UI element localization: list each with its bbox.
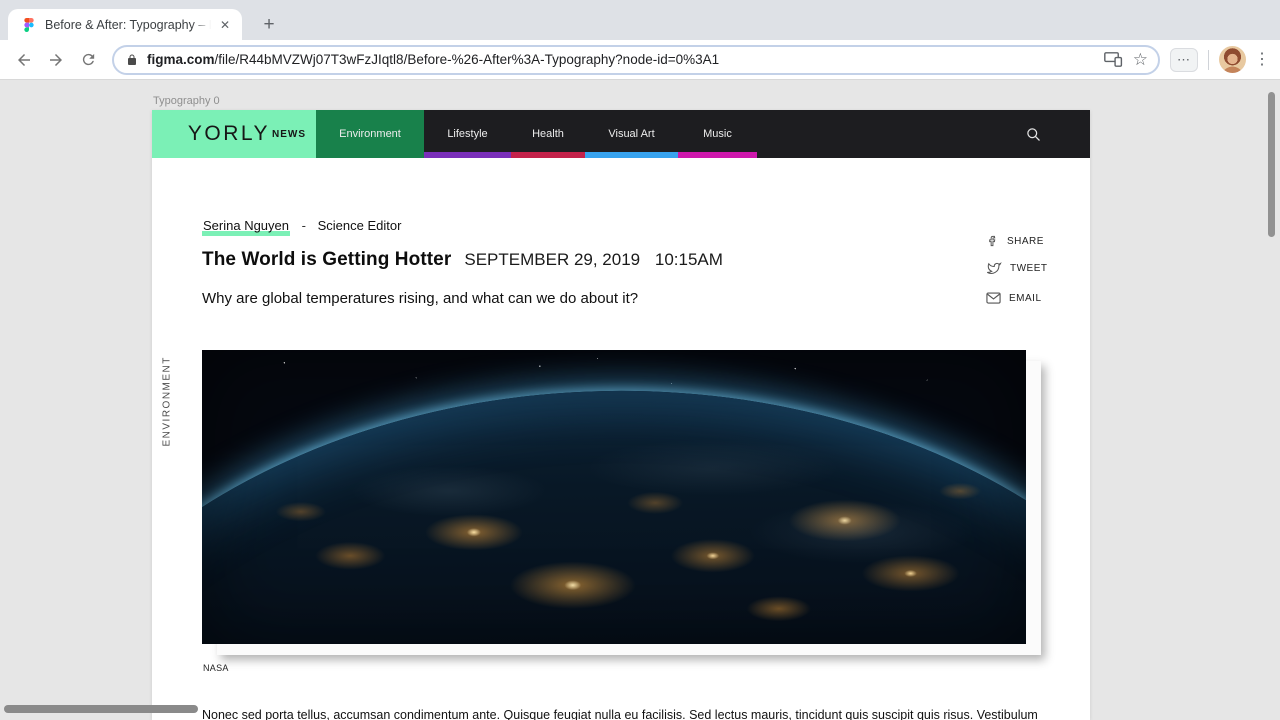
author-name[interactable]: Serina Nguyen (202, 218, 290, 236)
back-button[interactable] (8, 44, 40, 76)
facebook-icon (986, 234, 999, 248)
url-domain: figma.com (147, 52, 215, 67)
nav-item-health[interactable]: Health (511, 110, 585, 158)
article-standfirst: Why are global temperatures rising, and … (202, 290, 638, 307)
nav-item-lifestyle[interactable]: Lifestyle (424, 110, 511, 158)
article-body-preview: Nonec sed porta tellus, accumsan condime… (202, 708, 1082, 720)
category-side-label: ENVIRONMENT (162, 367, 173, 447)
url-path: /file/R44bMVZWj07T3wFzJIqtl8/Before-%26-… (215, 52, 720, 67)
share-label: SHARE (1007, 236, 1044, 247)
site-header: YORLY NEWS Environment Lifestyle Health … (152, 110, 1090, 158)
profile-avatar[interactable] (1219, 46, 1246, 73)
headline-row: The World is Getting Hotter SEPTEMBER 29… (202, 249, 723, 271)
horizontal-scrollbar-thumb[interactable] (4, 705, 198, 713)
nav-item-visual-art[interactable]: Visual Art (585, 110, 678, 158)
share-label: TWEET (1010, 263, 1048, 274)
tab-title: Before & After: Typography – F (45, 18, 216, 32)
lock-icon (126, 53, 138, 67)
forward-arrow-icon (47, 51, 65, 69)
design-frame[interactable]: YORLY NEWS Environment Lifestyle Health … (152, 110, 1090, 720)
hero-vignette-layer (202, 350, 1026, 644)
nav-item-environment[interactable]: Environment (316, 110, 424, 158)
browser-tab[interactable]: Before & After: Typography – F ✕ (8, 9, 242, 40)
byline: Serina Nguyen - Science Editor (202, 218, 401, 233)
article-dateline: SEPTEMBER 29, 2019 10:15AM (464, 250, 723, 270)
nav-search-button[interactable] (1017, 110, 1049, 158)
nav-label: Music (703, 128, 732, 140)
forward-button[interactable] (40, 44, 72, 76)
nav-underline-health (511, 152, 585, 158)
nav-label: Health (532, 128, 564, 140)
vertical-scrollbar-thumb[interactable] (1268, 92, 1275, 237)
bookmark-star-button[interactable]: ☆ (1133, 51, 1148, 68)
share-facebook-button[interactable]: SHARE (986, 233, 1048, 249)
reload-icon (80, 51, 97, 68)
site-nav: Environment Lifestyle Health Visual Art … (316, 110, 1090, 158)
article-hero-image[interactable] (202, 350, 1026, 644)
nav-underline-visual-art (585, 152, 678, 158)
browser-tab-bar: Before & After: Typography – F ✕ + (0, 0, 1280, 40)
browser-toolbar: figma.com/file/R44bMVZWj07T3wFzJIqtl8/Be… (0, 40, 1280, 80)
toolbar-divider (1208, 50, 1209, 70)
share-twitter-button[interactable]: TWEET (986, 260, 1048, 276)
byline-separator: - (302, 218, 306, 233)
frame-label[interactable]: Typography 0 (153, 95, 220, 107)
star-icon: ☆ (1133, 51, 1148, 68)
nav-item-music[interactable]: Music (678, 110, 757, 158)
article-date: SEPTEMBER 29, 2019 (464, 250, 640, 269)
brand-suffix: NEWS (272, 129, 306, 140)
site-logo[interactable]: YORLY NEWS (152, 110, 316, 158)
back-arrow-icon (15, 51, 33, 69)
article-headline: The World is Getting Hotter (202, 249, 451, 271)
image-caption: NASA (203, 663, 229, 673)
share-label: EMAIL (1009, 293, 1042, 304)
address-bar[interactable]: figma.com/file/R44bMVZWj07T3wFzJIqtl8/Be… (112, 45, 1160, 75)
url-text: figma.com/file/R44bMVZWj07T3wFzJIqtl8/Be… (147, 52, 1094, 67)
nav-underline-lifestyle (424, 152, 511, 158)
figma-logo-icon (22, 18, 36, 32)
extensions-button[interactable]: ⋯ (1170, 48, 1198, 72)
article-hero (202, 350, 1026, 644)
send-to-devices-button[interactable] (1104, 52, 1123, 67)
nav-underline-music (678, 152, 757, 158)
browser-menu-button[interactable]: ⋮ (1254, 52, 1270, 68)
share-email-button[interactable]: EMAIL (986, 290, 1048, 306)
figma-canvas[interactable]: Typography 0 YORLY NEWS Environment Life… (0, 81, 1280, 720)
nav-label: Lifestyle (447, 128, 487, 140)
tab-close-icon[interactable]: ✕ (216, 16, 234, 34)
reload-button[interactable] (72, 44, 104, 76)
twitter-icon (986, 262, 1002, 275)
email-icon (986, 292, 1001, 304)
devices-icon (1104, 52, 1123, 67)
share-column: SHARE TWEET EMAIL (986, 233, 1048, 317)
tab-title-fade (192, 18, 216, 32)
nav-label: Environment (339, 128, 401, 140)
nav-label: Visual Art (608, 128, 654, 140)
new-tab-button[interactable]: + (256, 12, 282, 38)
author-role: Science Editor (318, 218, 402, 233)
article-time: 10:15AM (655, 250, 723, 269)
search-icon (1026, 127, 1041, 142)
brand-title: YORLY (188, 122, 270, 146)
